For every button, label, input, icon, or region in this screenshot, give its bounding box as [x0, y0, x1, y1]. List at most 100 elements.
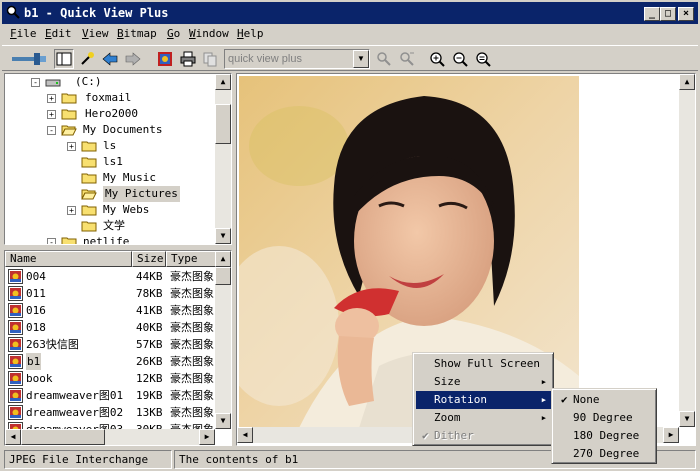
maximize-button[interactable]: □ — [660, 7, 676, 21]
tree-expander[interactable]: - — [47, 126, 56, 135]
column-header-size[interactable]: Size — [132, 251, 166, 267]
folder-icon — [81, 205, 97, 216]
image-file-icon — [8, 337, 23, 352]
file-list-header: Name Size Type — [5, 251, 217, 267]
toolbar: quick view plus ▼ — [2, 45, 698, 71]
checkmark-icon: ✔ — [422, 429, 429, 442]
image-icon[interactable] — [155, 49, 175, 69]
scroll-down-button[interactable]: ▼ — [215, 228, 231, 244]
table-row[interactable]: 263快信图 57KB 豪杰图象 — [5, 336, 217, 353]
zoom-out-icon[interactable] — [450, 49, 470, 69]
tree-item-label: ls1 — [103, 155, 123, 168]
combobox-dropdown-button[interactable]: ▼ — [353, 50, 369, 68]
menu-item-rotation-270[interactable]: 270 Degree — [555, 445, 655, 463]
column-header-type[interactable]: Type — [166, 251, 217, 267]
search-combobox[interactable]: quick view plus ▼ — [224, 49, 370, 69]
menu-view[interactable]: View — [82, 27, 109, 40]
scroll-up-button[interactable]: ▲ — [215, 251, 231, 267]
table-row[interactable]: book 12KB 豪杰图象 — [5, 370, 217, 387]
tree-expander[interactable]: + — [47, 94, 56, 103]
table-row[interactable]: 016 41KB 豪杰图象 — [5, 302, 217, 319]
file-name: 011 — [26, 287, 46, 300]
forward-arrow-icon[interactable] — [123, 49, 143, 69]
zoom-fit-icon[interactable] — [473, 49, 493, 69]
find-next-icon[interactable] — [397, 49, 417, 69]
tree-expander[interactable]: - — [31, 78, 40, 87]
magnifier-app-icon — [6, 5, 20, 19]
tree-item-label: Hero2000 — [85, 107, 138, 120]
zoom-in-icon[interactable] — [427, 49, 447, 69]
back-arrow-icon[interactable] — [100, 49, 120, 69]
menu-help[interactable]: Help — [237, 27, 264, 40]
file-type: 豪杰图象 — [170, 321, 214, 334]
scroll-right-button[interactable]: ▶ — [199, 429, 215, 445]
table-row[interactable]: 011 78KB 豪杰图象 — [5, 285, 217, 302]
scroll-up-button[interactable]: ▲ — [679, 74, 695, 90]
menu-edit[interactable]: Edit — [45, 27, 72, 40]
scroll-down-button[interactable]: ▼ — [679, 411, 695, 427]
title-bar[interactable]: b1 - Quick View Plus _ □ × — [2, 2, 698, 24]
scroll-thumb[interactable] — [215, 104, 231, 144]
menu-bitmap[interactable]: Bitmap — [117, 27, 157, 40]
file-size: 13KB — [136, 406, 163, 419]
tree-expander[interactable]: + — [67, 142, 76, 151]
scroll-up-button[interactable]: ▲ — [215, 74, 231, 90]
menu-item-rotation-none[interactable]: ✔ None — [555, 391, 655, 409]
tree-expander[interactable]: + — [67, 206, 76, 215]
open-folder-icon — [81, 189, 97, 200]
menu-item-show-full-screen[interactable]: Show Full Screen — [416, 355, 552, 373]
menu-item-dither[interactable]: ✔ Dither — [416, 427, 552, 445]
file-type: 豪杰图象 — [170, 355, 214, 368]
scroll-right-button[interactable]: ▶ — [663, 427, 679, 443]
image-file-icon — [8, 269, 23, 284]
file-name: 004 — [26, 270, 46, 283]
file-name: 263快信图 — [26, 338, 79, 351]
file-name: 016 — [26, 304, 46, 317]
scroll-thumb[interactable] — [215, 267, 231, 285]
table-row[interactable]: dreamweaver图01 19KB 豪杰图象 — [5, 387, 217, 404]
submenu-arrow-icon: ▶ — [541, 396, 546, 404]
copy-icon[interactable] — [200, 49, 220, 69]
find-icon[interactable] — [374, 49, 394, 69]
split-view-icon[interactable] — [54, 49, 74, 69]
search-combobox-value: quick view plus — [228, 53, 302, 65]
table-row[interactable]: 018 40KB 豪杰图象 — [5, 319, 217, 336]
scroll-down-button[interactable]: ▼ — [215, 413, 231, 429]
submenu-arrow-icon: ▶ — [541, 378, 546, 386]
tree-vertical-scrollbar[interactable]: ▲ ▼ — [215, 74, 231, 244]
folder-icon — [81, 221, 97, 232]
file-list: Name Size Type 004 44KB 豪杰图象 011 78KB 豪杰图象 016… — [4, 250, 232, 446]
image-file-icon — [8, 354, 23, 369]
table-row[interactable]: 004 44KB 豪杰图象 — [5, 268, 217, 285]
pin-icon[interactable] — [10, 49, 48, 69]
image-file-icon — [8, 405, 23, 420]
file-size: 41KB — [136, 304, 163, 317]
tree-expander[interactable]: - — [47, 238, 56, 244]
list-vertical-scrollbar[interactable]: ▲ ▼ — [215, 251, 231, 429]
viewer-vertical-scrollbar[interactable]: ▲ ▼ — [679, 74, 695, 427]
menu-item-rotation-180[interactable]: 180 Degree — [555, 427, 655, 445]
table-row[interactable]: b1 26KB 豪杰图象 — [5, 353, 217, 370]
tree-expander[interactable]: + — [47, 110, 56, 119]
scroll-thumb[interactable] — [21, 429, 105, 445]
menu-go[interactable]: Go — [167, 27, 180, 40]
scroll-left-button[interactable]: ◀ — [237, 427, 253, 443]
menu-item-rotation-90[interactable]: 90 Degree — [555, 409, 655, 427]
menu-item-zoom[interactable]: Zoom ▶ — [416, 409, 552, 427]
column-header-name[interactable]: Name — [5, 251, 132, 267]
close-button[interactable]: × — [678, 7, 694, 21]
image-file-icon — [8, 303, 23, 318]
tree-item-label: 文学 — [103, 219, 125, 232]
menu-file[interactable]: File — [10, 27, 37, 40]
wand-icon[interactable] — [77, 49, 97, 69]
main-window: b1 - Quick View Plus _ □ × File Edit Vie… — [0, 0, 700, 471]
scroll-left-button[interactable]: ◀ — [5, 429, 21, 445]
table-row[interactable]: dreamweaver图02 13KB 豪杰图象 — [5, 404, 217, 421]
menu-item-size[interactable]: Size ▶ — [416, 373, 552, 391]
print-icon[interactable] — [178, 49, 198, 69]
menu-window[interactable]: Window — [189, 27, 229, 40]
minimize-button[interactable]: _ — [644, 7, 660, 21]
list-horizontal-scrollbar[interactable]: ◀ ▶ — [5, 429, 215, 445]
tree-item-label: My Documents — [83, 123, 163, 136]
menu-item-rotation[interactable]: Rotation ▶ — [416, 391, 552, 409]
